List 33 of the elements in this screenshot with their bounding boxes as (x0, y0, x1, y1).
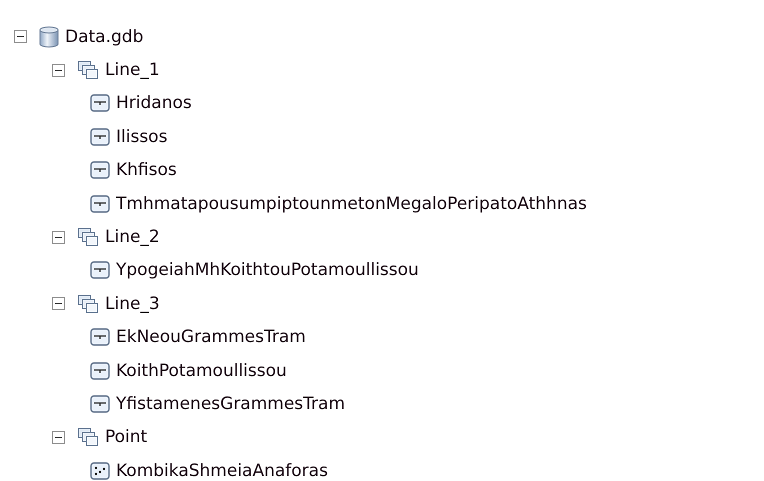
tree-item[interactable]: Line_3 (105, 294, 160, 314)
collapse-icon[interactable] (52, 64, 65, 77)
polyline-icon (90, 261, 110, 280)
points-icon (90, 462, 110, 480)
database-icon (39, 26, 59, 48)
stacked-windows-icon (77, 60, 99, 80)
tree-item[interactable]: YfistamenesGrammesTram (116, 394, 346, 414)
stacked-windows-icon (77, 427, 99, 448)
tree-item[interactable]: TmhmatapousumpiptounmetonMegaloPeripatoAthhnas (116, 194, 587, 214)
tree-item[interactable]: Ilissos (116, 126, 168, 147)
stacked-windows-icon (77, 227, 99, 248)
polyline-icon (90, 128, 110, 146)
tree-item[interactable]: Khfisos (116, 160, 177, 180)
tree-item[interactable]: Point (105, 427, 148, 448)
tree-item[interactable]: EkNeouGrammesTram (116, 327, 306, 348)
polyline-icon (90, 362, 110, 380)
polyline-icon (90, 94, 110, 112)
tree-item[interactable]: Line_1 (105, 60, 160, 80)
polyline-icon (90, 161, 110, 180)
collapse-icon[interactable] (14, 30, 27, 44)
tree-item[interactable]: Line_2 (105, 227, 160, 248)
polyline-icon (90, 394, 110, 413)
tree-item[interactable]: YpogeiahMhKoithtouPotamoullissou (116, 260, 419, 280)
collapse-icon[interactable] (52, 297, 65, 310)
tree-item[interactable]: Data.gdb (65, 26, 144, 47)
tree-item[interactable]: KombikaShmeiaAnaforas (116, 460, 328, 481)
tree-item[interactable]: Hridanos (116, 93, 192, 114)
stacked-windows-icon (77, 294, 99, 314)
tree-item[interactable]: KoithPotamoullissou (116, 360, 287, 381)
polyline-icon (90, 328, 110, 346)
polyline-icon (90, 194, 110, 213)
collapse-icon[interactable] (52, 430, 65, 444)
collapse-icon[interactable] (52, 230, 65, 244)
